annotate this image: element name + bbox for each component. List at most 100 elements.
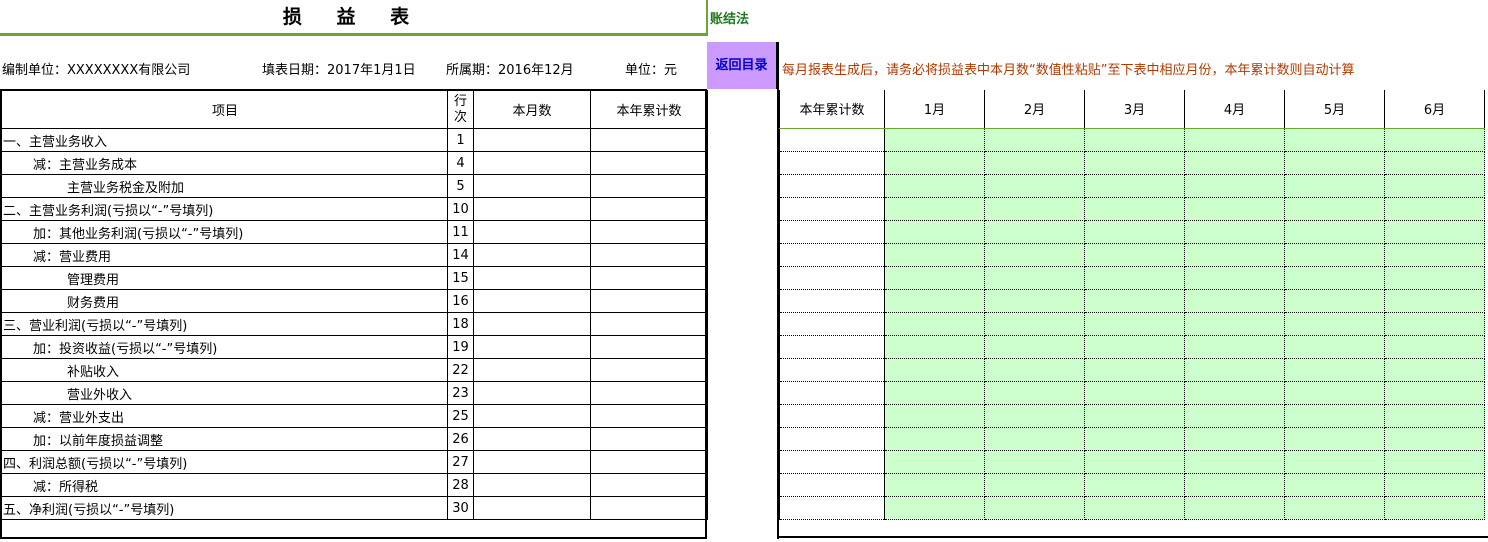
monthly-input-cell[interactable] — [984, 404, 1085, 428]
monthly-ytd-cell[interactable] — [779, 289, 885, 313]
monthly-input-cell[interactable] — [1284, 404, 1385, 428]
monthly-input-cell[interactable] — [1384, 404, 1485, 428]
monthly-input-cell[interactable] — [884, 197, 985, 221]
monthly-ytd-cell[interactable] — [779, 450, 885, 474]
monthly-ytd-cell[interactable] — [779, 496, 885, 520]
monthly-input-cell[interactable] — [1284, 358, 1385, 382]
monthly-input-cell[interactable] — [984, 381, 1085, 405]
monthly-ytd-cell[interactable] — [779, 220, 885, 244]
row-current-month-cell[interactable] — [473, 220, 591, 244]
monthly-input-cell[interactable] — [984, 289, 1085, 313]
monthly-input-cell[interactable] — [1184, 128, 1285, 152]
monthly-input-cell[interactable] — [884, 220, 985, 244]
monthly-input-cell[interactable] — [1084, 335, 1185, 359]
monthly-input-cell[interactable] — [984, 266, 1085, 290]
row-current-month-cell[interactable] — [473, 289, 591, 313]
monthly-input-cell[interactable] — [1084, 427, 1185, 451]
monthly-ytd-cell[interactable] — [779, 404, 885, 428]
monthly-ytd-cell[interactable] — [779, 243, 885, 267]
row-current-month-cell[interactable] — [473, 427, 591, 451]
monthly-ytd-cell[interactable] — [779, 151, 885, 175]
monthly-input-cell[interactable] — [984, 450, 1085, 474]
monthly-input-cell[interactable] — [884, 450, 985, 474]
monthly-input-cell[interactable] — [1084, 381, 1185, 405]
monthly-input-cell[interactable] — [884, 381, 985, 405]
row-year-to-date-cell[interactable] — [590, 289, 708, 313]
row-year-to-date-cell[interactable] — [590, 427, 708, 451]
monthly-input-cell[interactable] — [1384, 174, 1485, 198]
row-year-to-date-cell[interactable] — [590, 358, 708, 382]
monthly-input-cell[interactable] — [884, 335, 985, 359]
monthly-input-cell[interactable] — [1384, 496, 1485, 520]
monthly-input-cell[interactable] — [984, 220, 1085, 244]
monthly-input-cell[interactable] — [984, 174, 1085, 198]
monthly-input-cell[interactable] — [1084, 243, 1185, 267]
row-current-month-cell[interactable] — [473, 197, 591, 221]
monthly-input-cell[interactable] — [884, 312, 985, 336]
monthly-input-cell[interactable] — [1184, 335, 1285, 359]
monthly-ytd-cell[interactable] — [779, 473, 885, 497]
monthly-input-cell[interactable] — [1384, 473, 1485, 497]
row-current-month-cell[interactable] — [473, 151, 591, 175]
monthly-input-cell[interactable] — [884, 151, 985, 175]
monthly-input-cell[interactable] — [1184, 197, 1285, 221]
row-year-to-date-cell[interactable] — [590, 266, 708, 290]
row-current-month-cell[interactable] — [473, 312, 591, 336]
monthly-input-cell[interactable] — [1284, 496, 1385, 520]
monthly-input-cell[interactable] — [1284, 197, 1385, 221]
monthly-input-cell[interactable] — [984, 427, 1085, 451]
monthly-input-cell[interactable] — [1184, 404, 1285, 428]
monthly-ytd-cell[interactable] — [779, 427, 885, 451]
monthly-input-cell[interactable] — [1184, 151, 1285, 175]
monthly-input-cell[interactable] — [1384, 197, 1485, 221]
monthly-input-cell[interactable] — [1384, 358, 1485, 382]
monthly-input-cell[interactable] — [1084, 496, 1185, 520]
monthly-input-cell[interactable] — [1184, 220, 1285, 244]
monthly-ytd-cell[interactable] — [779, 174, 885, 198]
monthly-input-cell[interactable] — [1284, 335, 1385, 359]
monthly-input-cell[interactable] — [1284, 450, 1385, 474]
row-current-month-cell[interactable] — [473, 381, 591, 405]
monthly-input-cell[interactable] — [1184, 427, 1285, 451]
monthly-input-cell[interactable] — [984, 197, 1085, 221]
monthly-input-cell[interactable] — [984, 312, 1085, 336]
monthly-input-cell[interactable] — [1384, 266, 1485, 290]
row-year-to-date-cell[interactable] — [590, 335, 708, 359]
monthly-input-cell[interactable] — [1084, 174, 1185, 198]
row-year-to-date-cell[interactable] — [590, 197, 708, 221]
monthly-input-cell[interactable] — [884, 496, 985, 520]
monthly-input-cell[interactable] — [1284, 128, 1385, 152]
monthly-input-cell[interactable] — [1384, 312, 1485, 336]
monthly-input-cell[interactable] — [884, 358, 985, 382]
monthly-input-cell[interactable] — [1384, 128, 1485, 152]
row-year-to-date-cell[interactable] — [590, 404, 708, 428]
monthly-input-cell[interactable] — [1184, 243, 1285, 267]
monthly-input-cell[interactable] — [884, 174, 985, 198]
row-year-to-date-cell[interactable] — [590, 151, 708, 175]
monthly-input-cell[interactable] — [1084, 128, 1185, 152]
monthly-input-cell[interactable] — [1184, 450, 1285, 474]
monthly-input-cell[interactable] — [1084, 358, 1185, 382]
row-year-to-date-cell[interactable] — [590, 473, 708, 497]
monthly-ytd-cell[interactable] — [779, 312, 885, 336]
monthly-input-cell[interactable] — [1384, 427, 1485, 451]
monthly-input-cell[interactable] — [1184, 266, 1285, 290]
monthly-input-cell[interactable] — [1284, 473, 1385, 497]
monthly-input-cell[interactable] — [1184, 496, 1285, 520]
monthly-input-cell[interactable] — [1384, 220, 1485, 244]
monthly-input-cell[interactable] — [984, 128, 1085, 152]
monthly-input-cell[interactable] — [984, 151, 1085, 175]
monthly-input-cell[interactable] — [1384, 289, 1485, 313]
monthly-input-cell[interactable] — [884, 473, 985, 497]
monthly-input-cell[interactable] — [1184, 289, 1285, 313]
row-year-to-date-cell[interactable] — [590, 243, 708, 267]
row-year-to-date-cell[interactable] — [590, 496, 708, 520]
row-year-to-date-cell[interactable] — [590, 381, 708, 405]
monthly-input-cell[interactable] — [1284, 174, 1385, 198]
row-current-month-cell[interactable] — [473, 243, 591, 267]
row-current-month-cell[interactable] — [473, 496, 591, 520]
monthly-input-cell[interactable] — [1384, 381, 1485, 405]
monthly-input-cell[interactable] — [1184, 174, 1285, 198]
monthly-input-cell[interactable] — [1284, 151, 1385, 175]
monthly-input-cell[interactable] — [1384, 450, 1485, 474]
